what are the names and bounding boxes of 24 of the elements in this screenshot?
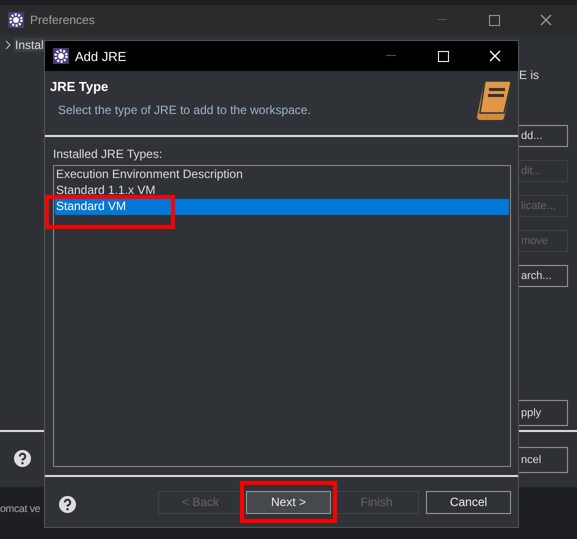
list-label: Installed JRE Types: [53, 147, 164, 161]
tree-item[interactable]: Instal [14, 38, 45, 52]
dialog-button[interactable]: ncel [519, 447, 568, 473]
window-title: Preferences [30, 13, 95, 27]
book-icon [476, 79, 512, 123]
background-text: omcat ve [0, 503, 40, 515]
dialog-button[interactable]: pply [519, 400, 568, 426]
dialog-title: Add JRE [75, 48, 126, 64]
minimize-icon[interactable] [386, 55, 396, 57]
list-item[interactable]: Standard VM [55, 199, 509, 215]
help-icon[interactable] [14, 450, 31, 467]
side-button[interactable]: arch... [519, 265, 568, 287]
page-description: Select the type of JRE to add to the workspace. [57, 103, 311, 117]
chevron-icon[interactable] [5, 40, 11, 50]
side-button[interactable]: dd... [519, 125, 568, 147]
description-text: E is [519, 68, 540, 82]
help-icon[interactable] [59, 496, 76, 513]
wizard-button[interactable]: Cancel [426, 490, 511, 514]
wizard-button[interactable]: Next > [246, 490, 331, 514]
app-logo-icon [53, 48, 69, 64]
page-heading: JRE Type [50, 79, 110, 94]
list-item[interactable]: Standard 1.1.x VM [55, 183, 509, 199]
list-item[interactable]: Execution Environment Description [55, 167, 509, 183]
app-logo-icon [8, 12, 24, 28]
